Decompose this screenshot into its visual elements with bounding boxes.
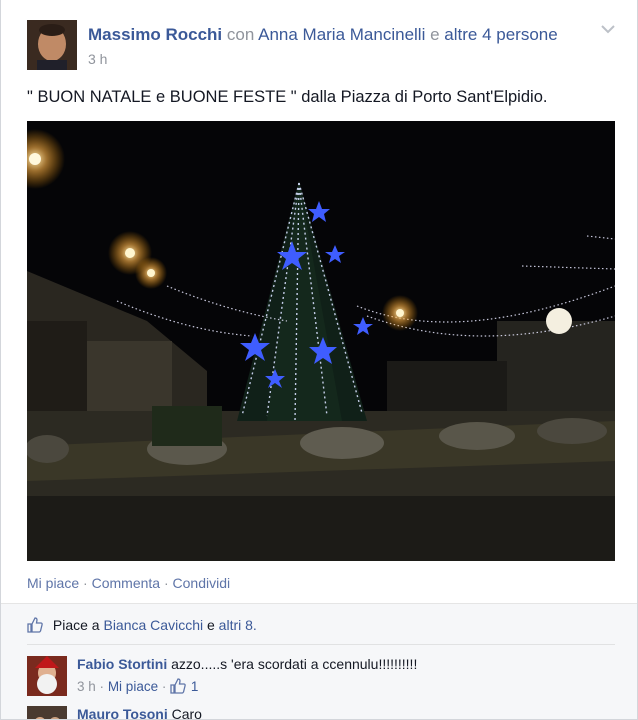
thumbs-up-icon[interactable] xyxy=(170,678,186,694)
with-word: con xyxy=(226,25,255,44)
divider xyxy=(27,644,615,645)
commenter-avatar[interactable] xyxy=(27,706,67,719)
comment-body: Mauro Tosoni Caro xyxy=(77,706,202,720)
likes-prefix: Piace a xyxy=(52,617,100,633)
tagged-others[interactable]: altre 4 persone xyxy=(444,25,557,44)
comment-author[interactable]: Mauro Tosoni xyxy=(77,706,168,719)
liker-name[interactable]: Bianca Cavicchi xyxy=(103,617,203,633)
comment-link[interactable]: Commenta xyxy=(92,575,160,591)
comment-like-count[interactable]: 1 xyxy=(191,679,199,694)
post-photo[interactable] xyxy=(27,121,615,561)
comment-item: Fabio Stortini azzo.....s 'era scordati … xyxy=(27,656,587,702)
comment-text: azzo.....s 'era scordati a ccennulu!!!!!… xyxy=(171,656,418,672)
post-card: Massimo Rocchi con Anna Maria Mancinelli… xyxy=(0,0,638,720)
action-separator: · xyxy=(163,575,169,591)
comment-meta: 3 h · Mi piace · 1 xyxy=(77,678,417,694)
comment-like-link[interactable]: Mi piace xyxy=(108,679,158,694)
comment-body: Fabio Stortini azzo.....s 'era scordati … xyxy=(77,656,417,694)
feedback-section: Piace a Bianca Cavicchi e altri 8. Fabio… xyxy=(1,603,637,720)
comment-author[interactable]: Fabio Stortini xyxy=(77,656,167,672)
comment-text: Caro xyxy=(171,706,202,720)
post-text: " BUON NATALE e BUONE FESTE " dalla Piaz… xyxy=(27,88,548,106)
thumbs-up-icon xyxy=(27,617,43,633)
comment-item: Mauro Tosoni Caro xyxy=(27,706,587,720)
tagged-person[interactable]: Anna Maria Mancinelli xyxy=(258,25,425,44)
author-name[interactable]: Massimo Rocchi xyxy=(88,25,222,44)
meta-separator: · xyxy=(99,679,105,694)
and-word: e xyxy=(430,25,440,44)
author-avatar[interactable] xyxy=(27,20,77,70)
like-link[interactable]: Mi piace xyxy=(27,575,79,591)
action-separator: · xyxy=(83,575,88,591)
likes-summary: Piace a Bianca Cavicchi e altri 8. xyxy=(27,617,257,633)
post-time[interactable]: 3 h xyxy=(88,51,107,67)
post-header: Massimo Rocchi con Anna Maria Mancinelli… xyxy=(88,25,558,45)
comment-time[interactable]: 3 h xyxy=(77,679,96,694)
likes-others[interactable]: altri 8. xyxy=(219,617,257,633)
share-link[interactable]: Condividi xyxy=(173,575,231,591)
chevron-down-icon[interactable] xyxy=(601,24,615,34)
likes-and: e xyxy=(206,617,215,633)
commenter-avatar[interactable] xyxy=(27,656,67,696)
post-actions: Mi piace · Commenta · Condividi xyxy=(27,575,230,591)
meta-separator: · xyxy=(161,679,167,694)
